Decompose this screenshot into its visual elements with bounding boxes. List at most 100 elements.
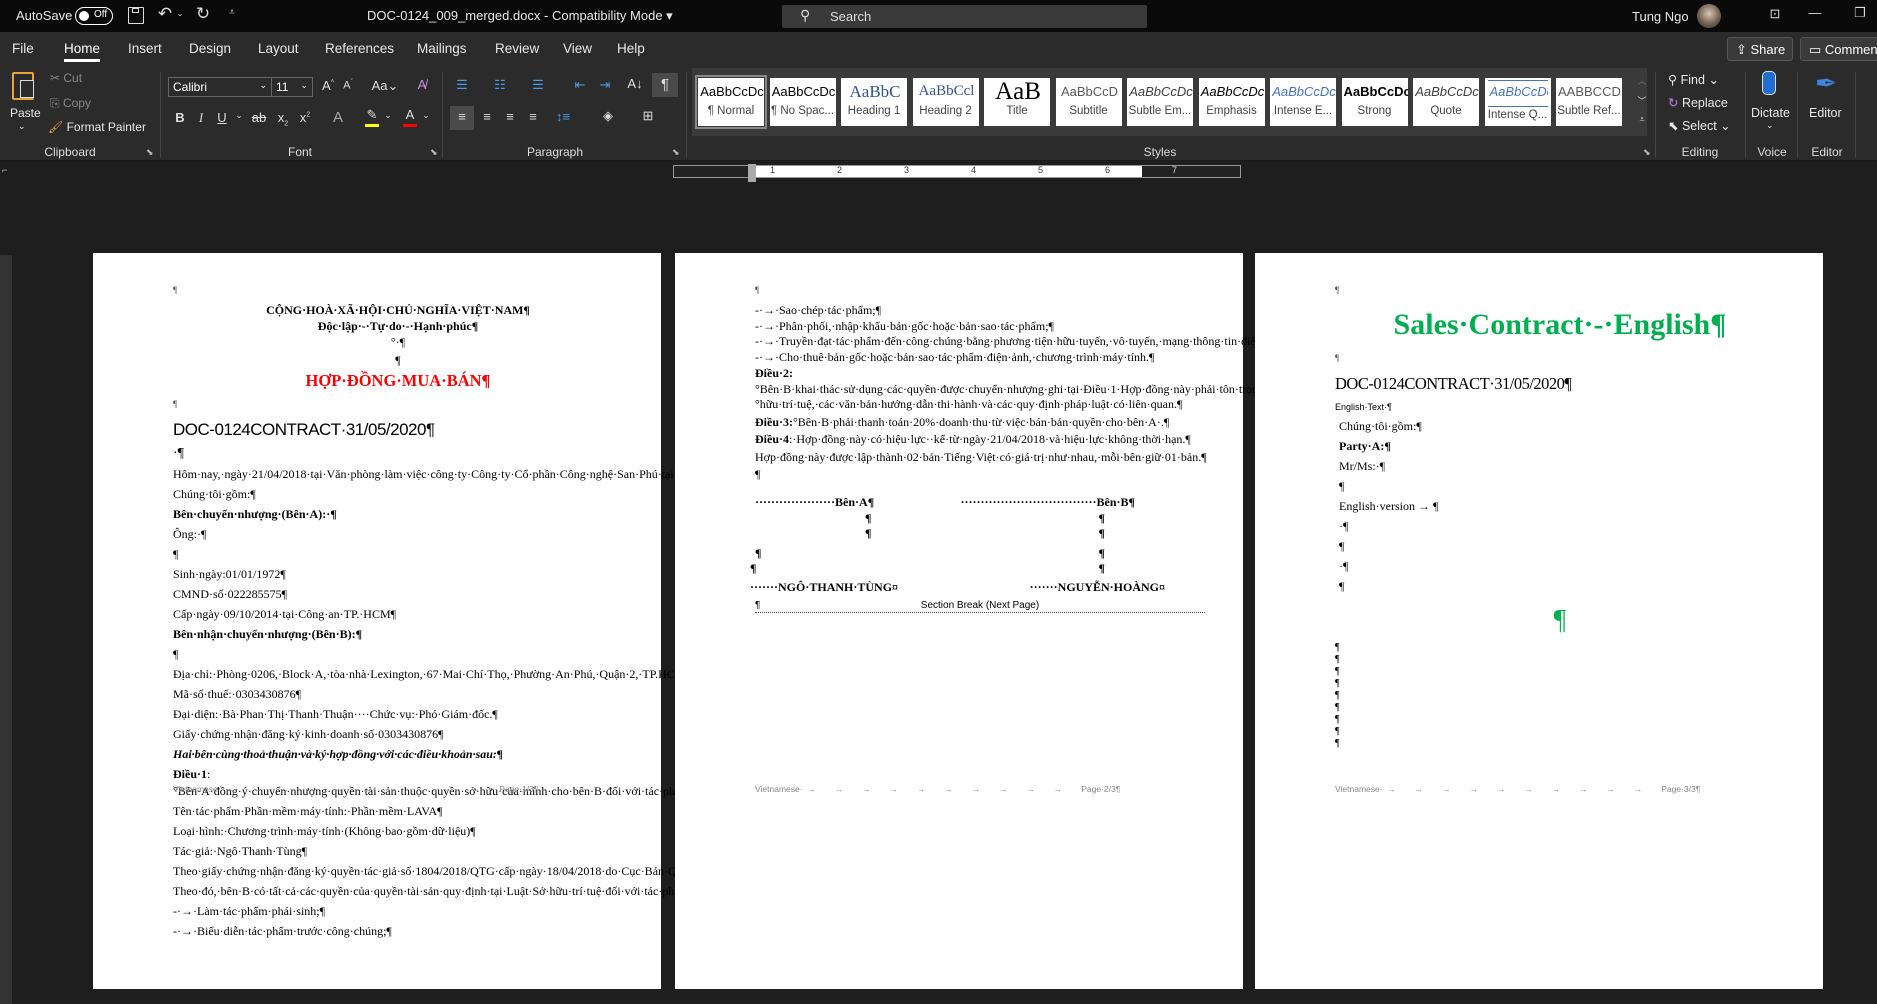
style-subtitle[interactable]: AaBbCcD Subtitle xyxy=(1055,78,1122,126)
paragraph[interactable]: CMND·số·022285575¶ xyxy=(173,586,623,603)
paragraph[interactable]: Địa·chỉ:·Phòng·0206,·Block·A,·tòa·nhà·Le… xyxy=(173,666,698,683)
paragraph[interactable]: Bên·chuyển·nhượng·(Bên·A):·¶ xyxy=(173,506,623,523)
paragraph[interactable]: HỢP·ĐỒNG·MUA·BÁN¶ xyxy=(173,369,623,393)
paragraph[interactable]: Mr/Ms:·¶ xyxy=(1335,458,1785,475)
redo-icon[interactable]: ↻ xyxy=(193,4,213,24)
save-icon[interactable] xyxy=(128,7,144,24)
paragraph[interactable]: -·→·Sao·chép·tác·phẩm;¶ xyxy=(755,303,1205,319)
dialog-launcher-icon[interactable]: ⬊ xyxy=(1643,147,1651,158)
replace-button[interactable]: ↻ Replace xyxy=(1668,95,1728,110)
paragraph[interactable]: Điều·1:°Bên·A·đồng·ý·chuyển·nhượng·quyền… xyxy=(173,766,746,799)
paragraph[interactable]: Hai·bên·cùng·thoả·thuận·và·ký·hợp·đồng·v… xyxy=(173,746,623,763)
ruler-toggle[interactable]: ⌐ xyxy=(2,165,7,175)
search-box[interactable]: ⚲ Search xyxy=(782,5,1147,28)
paragraph[interactable]: ¶ xyxy=(1335,654,1785,666)
paragraph[interactable]: DOC-0124CONTRACT·31/05/2020¶ xyxy=(1335,371,1785,397)
justify-icon[interactable]: ≡ xyxy=(523,109,543,124)
increase-indent-icon[interactable]: ⇥ xyxy=(595,77,615,93)
paragraph[interactable]: Đại·diện:·Bà·Phan·Thị·Thanh·Thuận····Chứ… xyxy=(173,706,623,723)
show-formatting-marks-icon[interactable]: ¶ xyxy=(652,73,678,97)
align-right-icon[interactable]: ≡ xyxy=(500,109,520,124)
format-painter-button[interactable]: 🖌 Format Painter xyxy=(48,120,146,134)
paragraph[interactable]: Độc·lập·-·Tự·do·-·Hạnh·phúc¶ xyxy=(173,319,623,335)
sort-icon[interactable]: A↓ xyxy=(625,76,645,91)
paragraph[interactable]: -·→·Biểu·diễn·tác·phẩm·trước·công·chúng;… xyxy=(173,923,623,940)
paragraph[interactable]: English·version → ¶ xyxy=(1335,498,1785,515)
paste-button[interactable]: Paste xyxy=(10,106,41,120)
page-content[interactable]: ¶ -·→·Sao·chép·tác·phẩm;¶ -·→·Phân·phối,·n… xyxy=(755,283,1500,485)
paragraph[interactable]: ¶ xyxy=(1335,738,1785,750)
microphone-icon[interactable] xyxy=(1762,71,1776,95)
decrease-indent-icon[interactable]: ⇤ xyxy=(570,77,590,93)
user-name[interactable]: Tung Ngo xyxy=(1632,9,1689,24)
text-effects-icon[interactable]: A xyxy=(328,109,348,126)
multilevel-list-icon[interactable]: ☰ xyxy=(528,77,548,93)
superscript-icon[interactable]: x2 xyxy=(295,110,315,125)
paragraph[interactable]: -·→·Truyền·đạt·tác·phẩm·đến·công·chúng·b… xyxy=(755,334,1500,350)
clear-formatting-icon[interactable]: A̸ xyxy=(412,77,432,92)
paragraph[interactable]: ¶ xyxy=(173,397,623,411)
line-spacing-icon[interactable]: ↕≡ xyxy=(553,109,573,124)
chevron-down-icon[interactable]: ⌄ xyxy=(378,110,398,121)
paragraph[interactable]: Tác·giả:·Ngô·Thanh·Tùng¶ xyxy=(173,843,623,860)
paragraph[interactable]: Cấp·ngày·09/10/2014·tại·Công·an·TP.·HCM¶ xyxy=(173,606,623,623)
shading-icon[interactable]: ◈ xyxy=(598,108,618,124)
strikethrough-icon[interactable]: ab xyxy=(249,110,269,125)
tab-insert[interactable]: Insert xyxy=(128,41,162,56)
tab-layout[interactable]: Layout xyxy=(258,41,299,56)
paragraph[interactable]: Tên·tác·phẩm·Phần·mềm·máy·tính:·Phần·mềm… xyxy=(173,803,623,820)
paragraph[interactable]: Điều·3:°Bên·B·phải·thanh·toán·20%·doanh·… xyxy=(755,415,1205,431)
paragraph[interactable]: ¶ xyxy=(173,646,623,663)
paragraph[interactable]: ¶ xyxy=(1335,726,1785,738)
paragraph[interactable]: °·¶ xyxy=(173,334,623,351)
style-intense-q[interactable]: AaBbCcDc Intense Q... xyxy=(1484,78,1551,126)
paragraph[interactable]: ¶ xyxy=(1335,538,1785,555)
tab-review[interactable]: Review xyxy=(495,41,539,56)
paragraph[interactable]: Giấy·chứng·nhận·đăng·ký·kinh·doanh·số·03… xyxy=(173,726,623,743)
paragraph[interactable]: Mã·số·thuế:·0303430876¶ xyxy=(173,686,623,703)
paragraph[interactable]: ·¶ xyxy=(1335,558,1785,575)
paragraph[interactable]: Điều·2:°Bên·B·khai·thác·sử·dụng·các·quyề… xyxy=(755,366,1400,413)
page-content[interactable]: ¶ Sales·Contract·-·English¶ ¶ DOC-0124CONTR… xyxy=(1335,283,1785,750)
paragraph[interactable]: Điều·4:·Hợp·đồng·này·có·hiệu·lực··kể·từ·… xyxy=(755,432,1205,448)
paragraph[interactable]: Ông:·¶ xyxy=(173,526,623,543)
paragraph[interactable]: Chúng·tôi·gồm:¶ xyxy=(1335,418,1785,435)
paragraph[interactable]: Theo·giấy·chứng·nhận·đăng·ký·quyền·tác·g… xyxy=(173,863,770,880)
paragraph[interactable]: Theo·đó,·bên·B·có·tất·cả·các·quyền·của·q… xyxy=(173,883,871,900)
paragraph[interactable]: English·Text·¶ xyxy=(1335,400,1785,414)
horizontal-ruler[interactable]: 1 2 3 4 5 6 7 xyxy=(673,164,1241,182)
paragraph[interactable]: ¶ xyxy=(1335,690,1785,702)
chevron-down-icon[interactable]: ⌄ xyxy=(416,110,436,121)
paragraph[interactable]: -·→·Cho·thuê·bản·gốc·hoặc·bản·sao·tác·ph… xyxy=(755,350,1205,366)
page-3[interactable]: ¶ Sales·Contract·-·English¶ ¶ DOC-0124CONTR… xyxy=(1255,253,1823,989)
dialog-launcher-icon[interactable]: ⬊ xyxy=(672,147,680,158)
vertical-ruler[interactable] xyxy=(0,255,12,1004)
ribbon-display-icon[interactable]: ⊡ xyxy=(1765,6,1785,22)
paragraph[interactable]: ¶ xyxy=(1335,604,1785,638)
paragraph[interactable]: ¶ xyxy=(1335,283,1785,297)
style-normal[interactable]: AaBbCcDc ¶ Normal xyxy=(695,75,767,129)
paragraph[interactable]: ¶ xyxy=(1335,351,1785,365)
paragraph[interactable]: ¶ xyxy=(1335,642,1785,654)
page-2[interactable]: ¶ -·→·Sao·chép·tác·phẩm;¶ -·→·Phân·phối,·n… xyxy=(675,253,1500,989)
chevron-down-icon[interactable]: ⌄ xyxy=(229,110,249,121)
style-intense-e[interactable]: AaBbCcDc Intense E... xyxy=(1270,78,1336,126)
align-center-icon[interactable]: ≡ xyxy=(477,109,497,124)
tab-mailings[interactable]: Mailings xyxy=(417,41,467,56)
paragraph[interactable]: ¶ xyxy=(1335,678,1785,690)
style-heading-2[interactable]: AaBbCcl Heading 2 xyxy=(912,78,979,126)
comments-button[interactable]: ▭ Comments xyxy=(1800,37,1877,61)
italic-icon[interactable]: I xyxy=(191,110,211,126)
paragraph[interactable]: ¶ xyxy=(173,352,623,369)
change-case-icon[interactable]: Aa⌄ xyxy=(370,78,400,94)
align-left-icon[interactable]: ≡ xyxy=(450,106,474,130)
gallery-scroll-down[interactable]: ﹀ xyxy=(1632,94,1652,107)
style-quote[interactable]: AaBbCcDc Quote xyxy=(1413,78,1479,126)
paragraph[interactable]: ¶ xyxy=(1335,666,1785,678)
paragraph[interactable]: CỘNG·HOÀ·XÃ·HỘI·CHỦ·NGHĨA·VIỆT·NAM¶ xyxy=(173,303,623,319)
paragraph[interactable]: -·→·Phân·phối,·nhập·khẩu·bản·gốc·hoặc·bả… xyxy=(755,319,1205,335)
style-emphasis[interactable]: AaBbCcDc Emphasis xyxy=(1198,78,1265,126)
cut-button[interactable]: ✂ Cut xyxy=(50,71,82,85)
dictate-button[interactable]: Dictate xyxy=(1751,106,1790,120)
restore-icon[interactable]: ❐ xyxy=(1850,5,1870,21)
